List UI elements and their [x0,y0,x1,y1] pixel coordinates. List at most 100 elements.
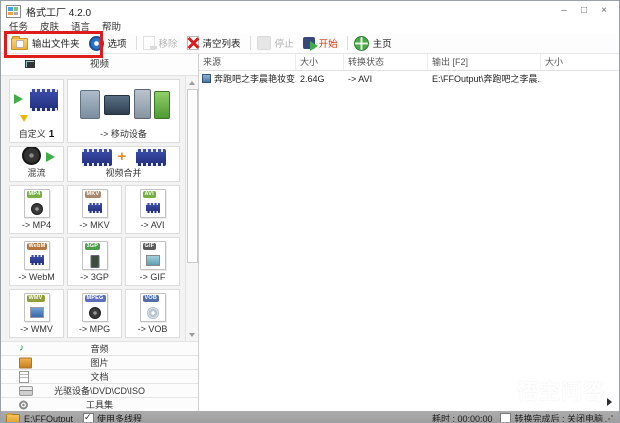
scroll-up-arrow[interactable] [186,76,198,89]
mpg-icon: MPEG [82,293,108,322]
toolbar: 输出文件夹 选项 移除 清空列表 停止 开始 主页 [1,33,619,54]
grid-item-label: -> VOB [138,324,168,335]
drive-icon [19,386,33,396]
status-cell: -> AVI [344,74,428,84]
audio-icon: ♪ [19,343,29,353]
sidebar-section-audio[interactable]: ♪音频 [1,341,198,355]
home-label: 主页 [373,36,392,50]
list-rows: 奔跑吧之李晨艳妆变...2.64G-> AVIE:\FFOutput\奔跑吧之李… [199,71,619,411]
avi-icon: AVI [140,189,166,218]
maximize-button[interactable]: □ [574,5,594,17]
vob-icon: VOB [140,293,166,322]
sidebar-scrollbar[interactable] [185,76,198,341]
gif-icon: GIF [140,241,166,270]
grid-item-label: -> MPG [79,324,110,335]
multithread-checkbox[interactable] [83,413,94,423]
shutdown-checkbox[interactable] [500,413,511,423]
grid-item-label: -> WMV [20,324,53,335]
mux-icon [16,146,58,168]
multithread-label: 使用多线程 [97,412,142,423]
start-button[interactable]: 开始 [303,36,338,50]
source-cell: 奔跑吧之李晨艳妆变... [199,72,296,85]
home-button[interactable]: 主页 [354,36,392,51]
column-header-2[interactable]: 转换状态 [344,54,428,70]
sidebar-section-doc[interactable]: 文档 [1,369,198,383]
wmv-icon: WMV [24,293,50,322]
grid-item-label: -> MKV [79,220,109,231]
conversion-list: 来源大小转换状态输出 [F2]大小 奔跑吧之李晨艳妆变...2.64G-> AV… [199,54,619,411]
grid-item-label: -> 3GP [80,272,109,283]
sidebar: 视频 自定义1 -> 移动设备混流 +视频合并MP4-> MP4 MKV -> MKV A… [1,54,199,411]
format-factory-window: 格式工厂 4.2.0 – □ × 任务 皮肤 语言 帮助 输出文件夹 选项 移除 [0,0,620,423]
toolbar-separator [250,36,251,50]
hscroll-right-arrow[interactable] [607,398,612,406]
sidebar-section-picture[interactable]: 图片 [1,355,198,369]
menu-bar: 任务 皮肤 语言 帮助 [1,19,619,33]
source-filename: 奔跑吧之李晨艳妆变... [214,72,296,85]
sidebar-grid-item-devices[interactable]: -> 移动设备 [67,79,180,143]
stop-button[interactable]: 停止 [257,36,294,50]
options-label: 选项 [108,36,127,50]
title-bar: 格式工厂 4.2.0 – □ × [1,1,619,19]
menu-task[interactable]: 任务 [9,19,28,33]
sidebar-grid-item-mpg[interactable]: MPEG -> MPG [67,289,122,338]
scrollbar-thumb[interactable] [187,89,198,263]
column-header-0[interactable]: 来源 [199,54,296,70]
output-path-text[interactable]: E:\FFOutput [24,414,73,423]
stop-icon [257,36,271,50]
sidebar-grid-item-mkv[interactable]: MKV -> MKV [67,185,122,234]
column-header-4[interactable]: 大小 [541,54,619,70]
column-header-1[interactable]: 大小 [296,54,344,70]
sidebar-section-tools[interactable]: 工具集 [1,397,198,411]
options-button[interactable]: 选项 [89,36,127,51]
toolbar-separator [136,36,137,50]
grid-item-label: -> WebM [18,272,55,283]
column-header-3[interactable]: 输出 [F2] [428,54,541,70]
sidebar-grid-item-custom[interactable]: 自定义1 [9,79,64,143]
close-button[interactable]: × [594,5,614,17]
app-icon [6,5,21,18]
remove-button[interactable]: 移除 [143,36,178,50]
section-label: 文档 [1,370,198,383]
sidebar-section-drive[interactable]: 光驱设备\DVD\CD\ISO [1,383,198,397]
list-header: 来源大小转换状态输出 [F2]大小 [199,54,619,71]
minimize-button[interactable]: – [554,5,574,17]
menu-language[interactable]: 语言 [71,19,90,33]
sidebar-grid-item-mux[interactable]: 混流 [9,146,64,182]
video-section-icon [25,60,35,68]
section-label: 工具集 [1,398,198,411]
grid-item-label: -> MP4 [22,220,51,231]
output-path-folder-icon [6,414,20,423]
section-label: 音频 [1,342,198,355]
sidebar-grid-item-webm[interactable]: WebM-> WebM [9,237,64,286]
sidebar-grid-item-3gp[interactable]: 3GP -> 3GP [67,237,122,286]
mkv-icon: MKV [82,189,108,218]
menu-skin[interactable]: 皮肤 [40,19,59,33]
resize-grip[interactable] [611,415,613,417]
custom-icon [14,88,60,122]
devices-icon [74,88,174,122]
sidebar-section-video[interactable]: 视频 [1,54,198,76]
grid-item-label: 混流 [27,168,45,179]
main-content: 视频 自定义1 -> 移动设备混流 +视频合并MP4-> MP4 MKV -> MKV A… [1,54,619,411]
3gp-icon: 3GP [82,241,108,270]
sidebar-grid-item-mp4[interactable]: MP4-> MP4 [9,185,64,234]
sidebar-grid-item-vob[interactable]: VOB -> VOB [125,289,180,338]
scroll-down-arrow[interactable] [186,328,198,341]
table-row[interactable]: 奔跑吧之李晨艳妆变...2.64G-> AVIE:\FFOutput\奔跑吧之李… [199,71,619,86]
window-title: 格式工厂 4.2.0 [26,4,91,19]
output-folder-button[interactable]: 输出文件夹 [11,36,80,50]
doc-icon [19,371,29,383]
menu-help[interactable]: 帮助 [102,19,121,33]
grid-item-label: -> AVI [140,220,164,231]
video-grid-area: 自定义1 -> 移动设备混流 +视频合并MP4-> MP4 MKV -> MKV AVI -… [1,76,198,341]
sidebar-grid-item-avi[interactable]: AVI -> AVI [125,185,180,234]
output-folder-icon [11,38,28,50]
clear-list-button[interactable]: 清空列表 [187,36,241,50]
sidebar-grid-item-join[interactable]: +视频合并 [67,146,180,182]
grid-item-label: 视频合并 [105,168,141,179]
sidebar-grid-item-gif[interactable]: GIF-> GIF [125,237,180,286]
elapsed-time-text: 耗时 : 00:00:00 [432,412,493,423]
grid-item-label: -> 移动设备 [100,129,147,140]
sidebar-grid-item-wmv[interactable]: WMV -> WMV [9,289,64,338]
